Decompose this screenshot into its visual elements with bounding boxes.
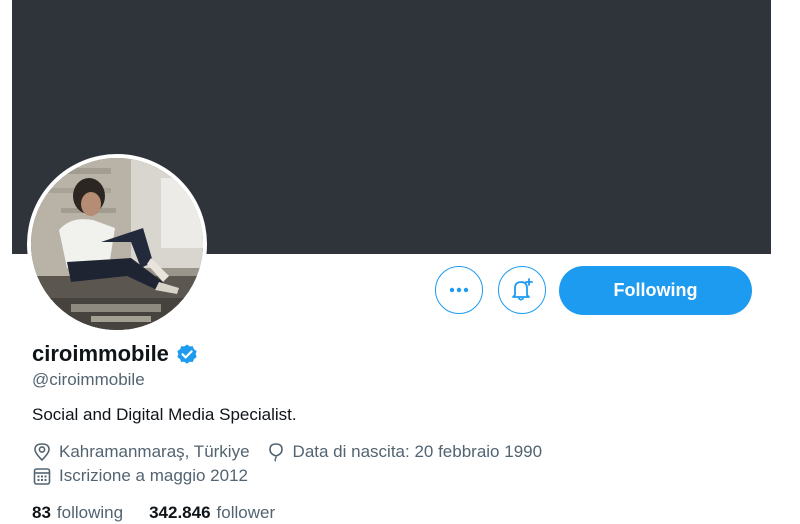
display-name: ciroimmobile <box>32 341 169 366</box>
birthdate-item: Data di nascita: 20 febbraio 1990 <box>266 442 543 462</box>
location-text: Kahramanmaraş, Türkiye <box>59 442 250 461</box>
verified-badge[interactable] <box>175 342 199 366</box>
following-label: following <box>56 503 124 522</box>
avatar-ring <box>27 154 207 334</box>
more-horizontal-icon <box>449 287 469 293</box>
page-gutter-right <box>771 0 800 523</box>
profile-bio: Social and Digital Media Specialist. <box>32 405 297 424</box>
location-item: Kahramanmaraş, Türkiye <box>32 442 250 462</box>
followers-label: follower <box>216 503 276 522</box>
profile-handle: @ciroimmobile <box>32 370 145 389</box>
followers-stat-link[interactable]: 342.846 follower <box>149 503 275 523</box>
profile-meta-row: Kahramanmaraş, Türkiye Data di nascita: … <box>32 441 558 463</box>
avatar-photo <box>31 158 203 330</box>
profile-meta-row-2: Iscrizione a maggio 2012 <box>32 465 264 487</box>
following-button[interactable]: Following <box>559 266 752 315</box>
more-button[interactable] <box>435 266 483 314</box>
following-count: 83 <box>32 503 51 522</box>
joined-text: Iscrizione a maggio 2012 <box>59 466 249 485</box>
avatar[interactable] <box>31 158 203 330</box>
followers-count: 342.846 <box>149 503 211 522</box>
following-stat-link[interactable]: 83 following <box>32 503 123 523</box>
verified-badge-icon <box>177 344 197 364</box>
profile-stats: 83 following 342.846 follower <box>32 502 301 524</box>
page-gutter-left <box>0 0 12 523</box>
birthdate-text: Data di nascita: 20 febbraio 1990 <box>292 442 543 461</box>
profile-column: Following ciroimmobile @ciroimmobile Soc… <box>12 0 771 523</box>
joined-item: Iscrizione a maggio 2012 <box>32 466 248 486</box>
balloon-icon <box>268 443 283 462</box>
display-name-row: ciroimmobile <box>32 339 199 369</box>
bell-plus-icon <box>512 278 533 301</box>
notifications-button[interactable] <box>498 266 546 314</box>
calendar-icon <box>33 468 51 485</box>
location-pin-icon <box>34 443 50 461</box>
